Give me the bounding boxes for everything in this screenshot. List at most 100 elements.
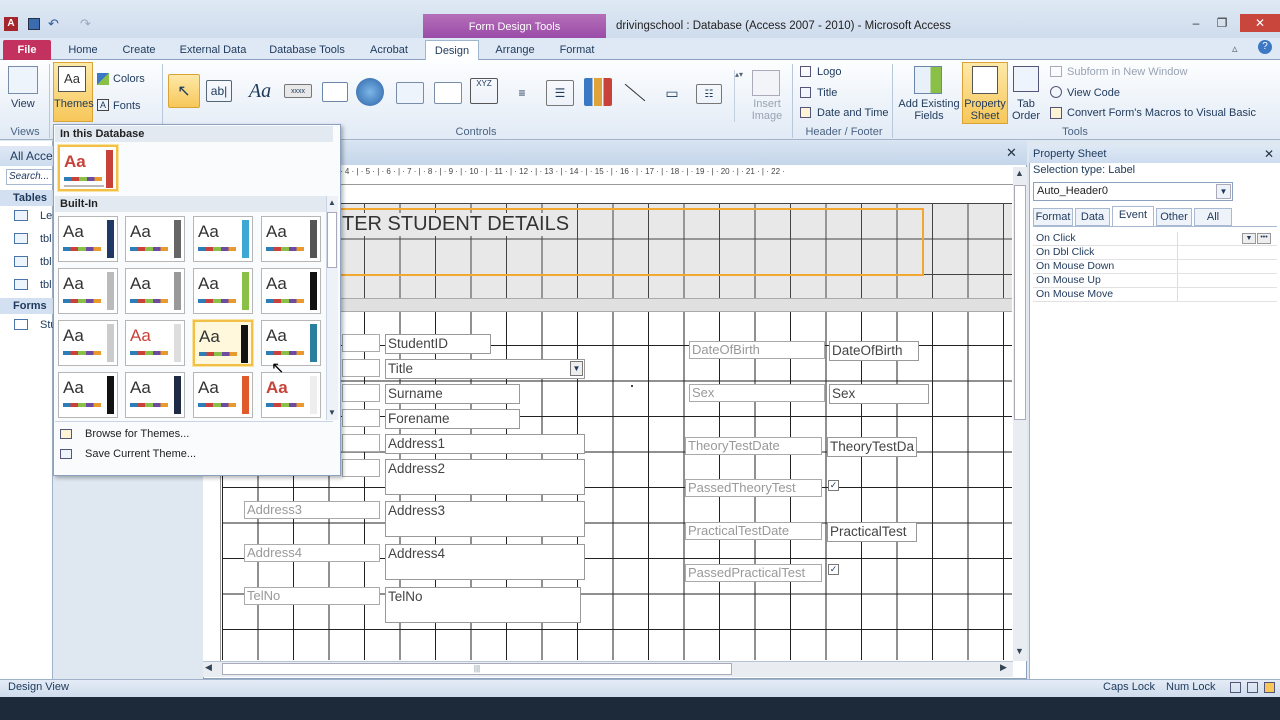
nav-table-item[interactable]: tbl [40, 279, 52, 291]
save-icon[interactable] [28, 18, 40, 30]
view-icon[interactable] [8, 66, 38, 94]
insert-image-icon[interactable] [752, 70, 780, 96]
form-header-title[interactable]: TER STUDENT DETAILS [342, 213, 570, 236]
builder-button[interactable]: ••• [1257, 233, 1271, 244]
label-passedtheorytest[interactable]: PassedTheoryTest [685, 479, 822, 497]
theme-tile-current[interactable]: Aa [58, 145, 118, 191]
v-scroll-thumb[interactable] [1014, 185, 1026, 420]
label-title[interactable] [342, 359, 380, 377]
minimize-button[interactable]: – [1183, 14, 1209, 32]
nav-forms-header[interactable]: Forms [0, 298, 53, 314]
object-selector[interactable]: Auto_Header0 [1033, 182, 1233, 201]
tab-database-tools[interactable]: Database Tools [264, 40, 350, 60]
nav-search-input[interactable]: Search... [6, 169, 53, 185]
tab-create[interactable]: Create [116, 40, 162, 60]
hyperlink-icon[interactable] [356, 78, 384, 106]
nav-table-item[interactable]: tbl [40, 256, 52, 268]
page-break-icon[interactable]: ≡ [508, 80, 536, 106]
chart-icon[interactable] [584, 78, 612, 106]
label-surname[interactable] [342, 384, 380, 402]
theme-tile[interactable]: Aa [193, 372, 253, 418]
nav-pane-header[interactable]: All Acce [0, 146, 53, 166]
nav-table-item[interactable]: tbl [40, 233, 52, 245]
tab-format[interactable]: Format [552, 40, 602, 60]
tab-control-icon[interactable] [322, 82, 348, 102]
button-control-icon[interactable]: xxxx [284, 84, 312, 98]
form-view-icon[interactable] [1230, 682, 1241, 693]
theme-tile[interactable]: Aa [193, 268, 253, 314]
theme-tile[interactable]: Aa [125, 320, 185, 366]
convert-macros-button[interactable]: Convert Form's Macros to Visual Basic [1067, 107, 1256, 119]
label-dateofbirth[interactable]: DateOfBirth [689, 341, 825, 359]
field-dateofbirth[interactable]: DateOfBirth [829, 341, 919, 361]
close-button[interactable]: ✕ [1240, 14, 1280, 32]
theme-tile[interactable]: Aa [125, 216, 185, 262]
label-address2[interactable] [342, 459, 380, 477]
field-practicaltestdate[interactable]: PracticalTest [827, 522, 917, 542]
prop-row-on-mouse-move[interactable]: On Mouse Move [1033, 288, 1277, 302]
chevron-down-icon[interactable]: ▼ [1242, 233, 1256, 244]
date-time-button[interactable]: Date and Time [817, 107, 889, 119]
field-surname[interactable]: Surname [385, 384, 520, 404]
field-sex[interactable]: Sex [829, 384, 929, 404]
prop-row-on-click[interactable]: On Click [1033, 232, 1277, 246]
field-address4[interactable]: Address4 [385, 544, 585, 580]
label-icon[interactable]: Aa [244, 74, 276, 108]
field-title[interactable]: Title [385, 359, 585, 379]
theme-tile[interactable]: Aa [261, 320, 321, 366]
undo-icon[interactable]: ↶ [48, 16, 59, 32]
tab-order-button[interactable]: Tab Order [1010, 98, 1042, 122]
scroll-up-icon[interactable]: ▲ [1015, 168, 1024, 178]
scroll-up-icon[interactable]: ▲ [328, 198, 336, 207]
gallery-scroll-thumb[interactable] [327, 212, 337, 268]
h-scroll-thumb[interactable]: ||| [222, 663, 732, 675]
textbox-icon[interactable]: ab| [206, 80, 232, 102]
colors-button[interactable]: Colors [113, 73, 145, 85]
prop-row-on-dbl-click[interactable]: On Dbl Click [1033, 246, 1277, 260]
label-sex[interactable]: Sex [689, 384, 825, 402]
fonts-button[interactable]: Fonts [113, 100, 141, 112]
toggle-button-icon[interactable]: ▭ [660, 80, 684, 106]
layout-view-icon[interactable] [1247, 682, 1258, 693]
select-pointer-icon[interactable]: ↖ [168, 74, 200, 108]
prop-tab-all[interactable]: All [1194, 208, 1232, 226]
checkbox-passedpracticaltest[interactable]: ✓ [828, 564, 839, 575]
view-button[interactable]: View [11, 98, 35, 110]
maximize-button[interactable]: ❐ [1209, 14, 1235, 32]
controls-more-icon[interactable]: ▴▾ [734, 70, 743, 122]
theme-tile[interactable]: Aa [261, 372, 321, 418]
field-studentid[interactable]: StudentID [385, 334, 491, 354]
add-existing-fields-button[interactable]: Add Existing Fields [898, 98, 960, 122]
label-theorytestdate[interactable]: TheoryTestDate [685, 437, 822, 455]
checkbox-passedtheorytest[interactable]: ✓ [828, 480, 839, 491]
label-telno[interactable]: TelNo [244, 587, 380, 605]
subform-window-button[interactable]: Subform in New Window [1067, 66, 1187, 78]
nav-tables-header[interactable]: Tables [0, 190, 53, 206]
insert-image-button[interactable]: Insert Image [748, 98, 786, 122]
tab-external-data[interactable]: External Data [172, 40, 254, 60]
tab-file[interactable]: File [3, 40, 51, 60]
field-telno[interactable]: TelNo [385, 587, 581, 623]
browse-themes-item[interactable]: Browse for Themes... [85, 428, 189, 440]
save-theme-item[interactable]: Save Current Theme... [85, 448, 196, 460]
close-property-sheet-icon[interactable]: ✕ [1264, 147, 1274, 161]
minimize-ribbon-icon[interactable]: ▵ [1232, 42, 1238, 55]
chevron-down-icon[interactable]: ▼ [1216, 184, 1231, 199]
theme-tile[interactable]: Aa [193, 216, 253, 262]
help-icon[interactable]: ? [1258, 40, 1272, 54]
theme-tile-hovered[interactable]: Aa [193, 320, 253, 366]
prop-tab-event[interactable]: Event [1112, 206, 1154, 226]
scroll-left-icon[interactable]: ◀ [205, 662, 212, 673]
list-box-icon[interactable]: ☷ [696, 84, 722, 104]
view-code-button[interactable]: View Code [1067, 87, 1120, 99]
prop-row-on-mouse-up[interactable]: On Mouse Up [1033, 274, 1277, 288]
field-forename[interactable]: Forename [385, 409, 520, 429]
theme-tile[interactable]: Aa [125, 372, 185, 418]
label-practicaltestdate[interactable]: PracticalTestDate [685, 522, 822, 540]
theme-tile[interactable]: Aa [125, 268, 185, 314]
label-passedpracticaltest[interactable]: PassedPracticalTest [685, 564, 822, 582]
theme-tile[interactable]: Aa [58, 268, 118, 314]
tab-arrange[interactable]: Arrange [488, 40, 542, 60]
field-theorytestdate[interactable]: TheoryTestDa [827, 437, 917, 457]
prop-tab-format[interactable]: Format [1033, 208, 1073, 226]
